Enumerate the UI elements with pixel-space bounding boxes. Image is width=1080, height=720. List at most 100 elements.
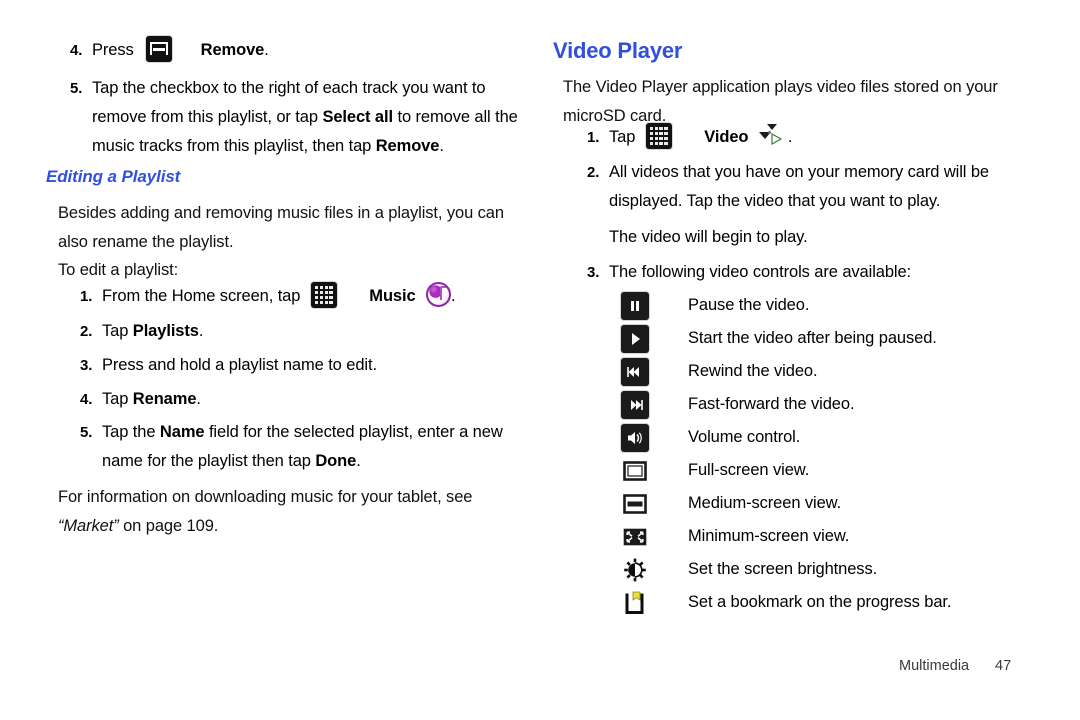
step-line-1: All videos that you have on your memory … [609,163,989,181]
icon-cell [553,423,688,452]
step-line-2: name for the playlist then tap Done. [102,447,582,476]
fast-forward-icon[interactable] [621,390,649,419]
step-1-open-video: 1. Tap Video . [563,123,1079,152]
step-line-1-a: Tap the [102,423,160,441]
page-title-video-player: Video Player [553,38,683,63]
icon-cell [553,457,688,485]
control-label: Set a bookmark on the progress bar. [688,593,952,611]
step-5-name-field: 5. Tap the Name field for the selected p… [56,418,582,476]
step-line-2-c: . [356,452,361,470]
intro-line-1: The Video Player application plays video… [563,78,998,96]
step-text-pre: Tap [102,322,133,340]
step-2-videos-displayed: 2. All videos that you have on your memo… [563,158,1080,252]
step-number: 5. [80,424,93,441]
step-line-2-c: to remove all the [392,108,518,126]
control-label: Start the video after being paused. [688,329,937,347]
step-5-tap-checkbox: 5. Tap the checkbox to the right of each… [46,74,572,161]
rewind-icon[interactable] [621,357,649,386]
control-label: Fast-forward the video. [688,395,855,413]
lead-in-text: To edit a playlist: [58,261,179,279]
brightness-icon[interactable] [621,556,649,584]
intro-line-2: also rename the playlist. [58,233,234,251]
music-app-icon [426,282,452,307]
step-line-1: Tap the Name field for the selected play… [102,418,582,447]
section-heading-editing-a-playlist: Editing a Playlist [46,167,181,186]
control-row-play: Start the video after being paused. [553,322,1033,355]
remove-label: Remove [375,137,440,155]
step-number: 3. [587,264,600,281]
video-controls-list: Pause the video. Start the video after b… [553,289,1033,619]
pause-icon[interactable] [621,291,649,320]
control-label: Minimum-screen view. [688,527,850,545]
control-label: Pause the video. [688,296,810,314]
period: . [451,287,456,305]
control-row-fast-forward: Fast-forward the video. [553,388,1033,421]
closing-line-2: “Market” on page 109. [58,512,528,541]
step-text-pre: Press and hold a playlist name to edit. [102,356,377,374]
control-label: Rewind the video. [688,362,818,380]
step-line-1-c: field for the selected playlist, enter a… [204,423,503,441]
step-line-2: remove from this playlist, or tap Select… [92,103,572,132]
right-column: Video Player The Video Player applicatio… [553,0,1033,720]
full-screen-icon[interactable] [621,457,649,485]
intro-paragraph: Besides adding and removing music files … [58,199,528,257]
icon-cell [553,523,688,551]
step-text-pre: Tap [609,128,636,146]
period: . [264,41,269,59]
step-number: 1. [80,288,93,305]
step-number: 2. [80,323,93,340]
step-number: 4. [80,391,93,408]
step-line-2-a: remove from this playlist, or tap [92,108,323,126]
step-line-3-c: . [439,137,444,155]
step-line-3: music tracks from this playlist, then ta… [92,132,572,161]
step-text-pre: Tap [102,390,133,408]
step-line-2-a: name for the playlist then tap [102,452,316,470]
step-3-press-hold-playlist: 3. Press and hold a playlist name to edi… [56,351,572,380]
play-icon[interactable] [621,324,649,353]
icon-cell [553,324,688,353]
step-text-pre: From the Home screen, tap [102,287,301,305]
step-number: 1. [587,129,600,146]
step-2-tap-playlists: 2. Tap Playlists. [56,317,572,346]
medium-screen-icon[interactable] [621,490,649,518]
control-row-brightness: Set the screen brightness. [553,553,1033,586]
step-text: The following video controls are availab… [609,263,912,281]
icon-cell [553,556,688,584]
step-3-video-controls: 3. The following video controls are avai… [563,258,1079,287]
footer-page-number: 47 [995,658,1012,674]
minimum-screen-icon[interactable] [621,523,649,551]
select-all-label: Select all [322,108,393,126]
step-text-pre: Press [92,41,134,59]
name-field-label: Name [159,423,205,441]
video-app-icon [758,124,784,146]
step-line-3-a: music tracks from this playlist, then ta… [92,137,376,155]
video-label: Video [704,128,749,146]
left-column: 4. Press Remove. 5. Tap the checkbox to … [46,0,526,720]
app-grid-icon [310,282,337,308]
rename-label: Rename [132,390,197,408]
bookmark-icon[interactable] [621,589,649,617]
closing-paragraph: For information on downloading music for… [58,483,528,541]
period: . [787,128,793,146]
volume-icon[interactable] [621,423,649,452]
step-1-open-music: 1. From the Home screen, tap Music . [56,282,572,311]
control-label: Medium-screen view. [688,494,842,512]
remove-label: Remove [200,41,265,59]
step-number: 4. [70,42,83,59]
step-line-3: The video will begin to play. [609,228,808,246]
footer-section-label: Multimedia [899,658,970,674]
icon-cell [553,390,688,419]
step-4-press-remove: 4. Press Remove. [46,36,562,65]
icon-cell [553,357,688,386]
done-label: Done [315,452,357,470]
step-number: 3. [80,357,93,374]
closing-line-2-rest: on page 109. [118,517,219,535]
period: . [198,322,204,340]
playlists-label: Playlists [132,322,199,340]
control-row-pause: Pause the video. [553,289,1033,322]
app-grid-icon [645,123,672,149]
market-cross-reference: “Market” [58,517,119,535]
step-4-tap-rename: 4. Tap Rename. [56,385,572,414]
icon-cell [553,490,688,518]
